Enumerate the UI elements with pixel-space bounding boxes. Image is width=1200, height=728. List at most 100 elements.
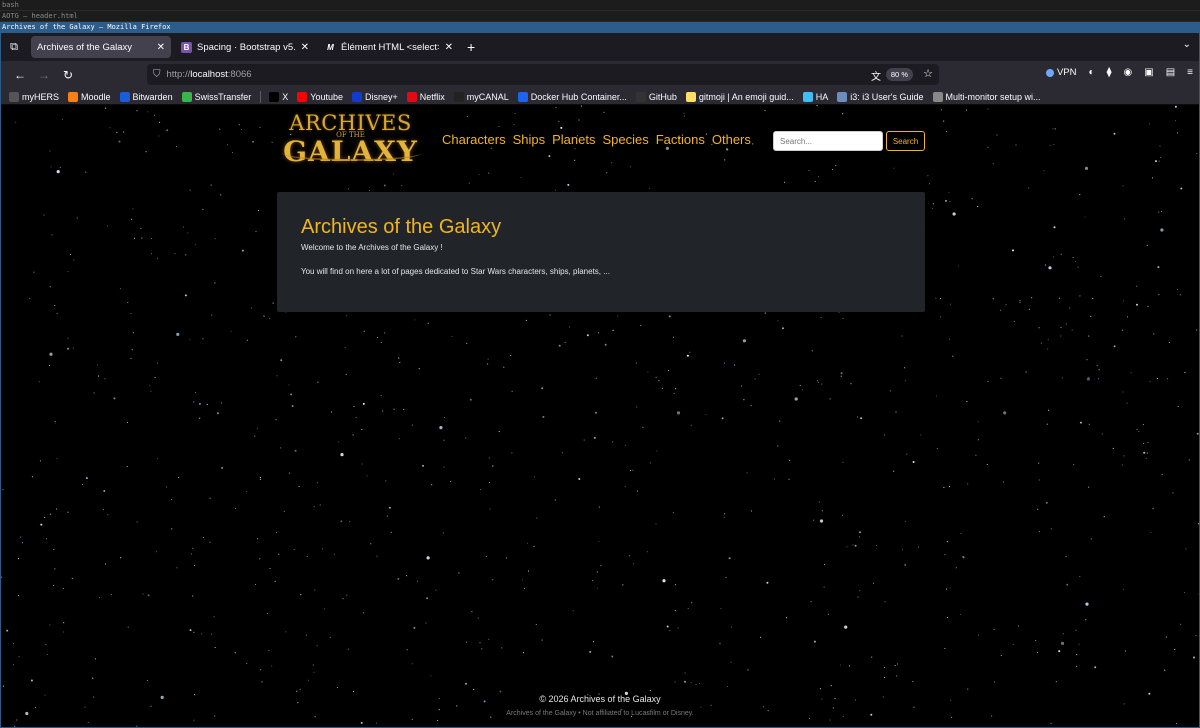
- extensions-puzzle-icon[interactable]: ⧫: [1107, 67, 1112, 78]
- star: [854, 544, 857, 547]
- star: [734, 364, 736, 366]
- nav-characters[interactable]: Characters: [442, 132, 506, 147]
- chevron-down-icon[interactable]: ⌄: [1183, 39, 1191, 50]
- zoom-level-badge[interactable]: 80 %: [885, 68, 913, 81]
- star: [893, 470, 895, 472]
- star: [871, 656, 873, 658]
- close-tab-icon[interactable]: ✕: [157, 42, 165, 53]
- vpn-button[interactable]: VPN: [1045, 67, 1077, 78]
- bookmark-label: HA: [815, 91, 829, 102]
- hamburger-menu-icon[interactable]: ≡: [1187, 67, 1193, 78]
- bookmark-item[interactable]: X: [269, 91, 288, 102]
- star: [1065, 556, 1067, 558]
- star: [340, 520, 343, 523]
- bookmark-item[interactable]: SwissTransfer: [181, 91, 251, 102]
- star: [686, 354, 689, 357]
- tab-mdn-select[interactable]: M Élément HTML <select> : l'é ✕: [319, 36, 459, 58]
- tab-list-icon[interactable]: ⧉: [1, 33, 27, 61]
- forward-icon[interactable]: →: [33, 68, 55, 82]
- bookmark-item[interactable]: Youtube: [297, 91, 343, 102]
- extension-globe-icon[interactable]: ◐: [1089, 67, 1095, 78]
- star: [661, 387, 663, 389]
- star: [347, 648, 349, 650]
- reader-view-icon[interactable]: ▤: [1166, 67, 1175, 78]
- star: [443, 417, 446, 419]
- star: [1149, 381, 1151, 383]
- star: [534, 476, 536, 478]
- star: [596, 571, 598, 573]
- close-tab-icon[interactable]: ✕: [445, 42, 453, 53]
- star: [1073, 464, 1075, 466]
- new-tab-icon[interactable]: +: [467, 39, 475, 55]
- star: [465, 437, 467, 439]
- star: [1085, 619, 1087, 621]
- star: [952, 355, 954, 357]
- bookmark-item[interactable]: gitmoji | An emoji guid...: [685, 91, 794, 102]
- star: [132, 208, 134, 210]
- star: [799, 384, 801, 386]
- star: [147, 111, 149, 113]
- bookmark-star-icon[interactable]: ☆: [923, 67, 933, 80]
- star: [801, 389, 804, 391]
- bookmark-item[interactable]: Moodle: [68, 91, 111, 102]
- bookmark-item[interactable]: myHERS: [9, 91, 59, 102]
- bookmark-item[interactable]: Multi-monitor setup wi...: [932, 91, 1041, 102]
- star: [241, 249, 244, 252]
- bookmark-item[interactable]: Bitwarden: [119, 91, 173, 102]
- bookmark-item[interactable]: Disney+: [352, 91, 398, 102]
- bookmark-item[interactable]: HA: [802, 91, 829, 102]
- star: [1086, 377, 1090, 381]
- search-input[interactable]: [773, 131, 883, 151]
- translate-icon[interactable]: 文: [871, 68, 881, 83]
- star: [199, 417, 201, 419]
- star: [110, 593, 112, 595]
- nav-planets[interactable]: Planets: [552, 132, 595, 147]
- star: [184, 294, 187, 297]
- bookmark-item[interactable]: i3: i3 User's Guide: [837, 91, 924, 102]
- nav-species[interactable]: Species: [602, 132, 648, 147]
- star: [193, 631, 195, 633]
- star: [193, 719, 195, 721]
- bookmark-item[interactable]: GitHub: [635, 91, 677, 102]
- tab-bootstrap-spacing[interactable]: B Spacing · Bootstrap v5.0 ✕: [175, 36, 315, 58]
- site-logo[interactable]: ARCHIVES OF THE GALAXY: [278, 109, 428, 168]
- star: [705, 413, 707, 415]
- url-bar[interactable]: ⛉ http://localhost:8066 文 80 % ☆: [147, 64, 939, 85]
- bookmark-item[interactable]: Docker Hub Container...: [517, 91, 627, 102]
- star: [754, 378, 756, 380]
- star: [175, 145, 177, 148]
- star: [1049, 145, 1051, 147]
- star: [271, 141, 273, 143]
- search-button[interactable]: Search: [886, 131, 925, 151]
- nav-factions[interactable]: Factions: [656, 132, 705, 147]
- bookmark-item[interactable]: myCANAL: [453, 91, 509, 102]
- bookmark-item[interactable]: Netflix: [406, 91, 445, 102]
- star: [370, 543, 372, 545]
- star: [977, 439, 979, 441]
- star: [76, 217, 78, 219]
- star: [646, 551, 648, 553]
- nav-ships[interactable]: Ships: [513, 132, 546, 147]
- star: [119, 288, 121, 290]
- back-icon[interactable]: ←: [9, 68, 31, 82]
- tab-archives[interactable]: Archives of the Galaxy ✕: [31, 36, 171, 58]
- reload-icon[interactable]: ↻: [57, 68, 79, 82]
- star: [789, 459, 791, 461]
- star: [1180, 623, 1182, 625]
- nav-others[interactable]: Others: [712, 132, 751, 147]
- star: [672, 512, 674, 514]
- bitwarden-extension-icon[interactable]: ▣: [1144, 67, 1153, 78]
- star: [353, 405, 355, 408]
- star: [317, 482, 319, 484]
- star: [1085, 602, 1089, 606]
- star: [317, 381, 319, 383]
- star: [234, 652, 236, 654]
- bookmark-favicon-icon: [352, 91, 362, 102]
- star: [690, 424, 692, 426]
- close-tab-icon[interactable]: ✕: [301, 42, 309, 53]
- cookie-icon[interactable]: ◉: [1124, 67, 1133, 78]
- tracking-shield-icon[interactable]: ⛉: [153, 69, 161, 80]
- star: [642, 426, 644, 428]
- star: [313, 671, 315, 673]
- star: [1146, 244, 1148, 246]
